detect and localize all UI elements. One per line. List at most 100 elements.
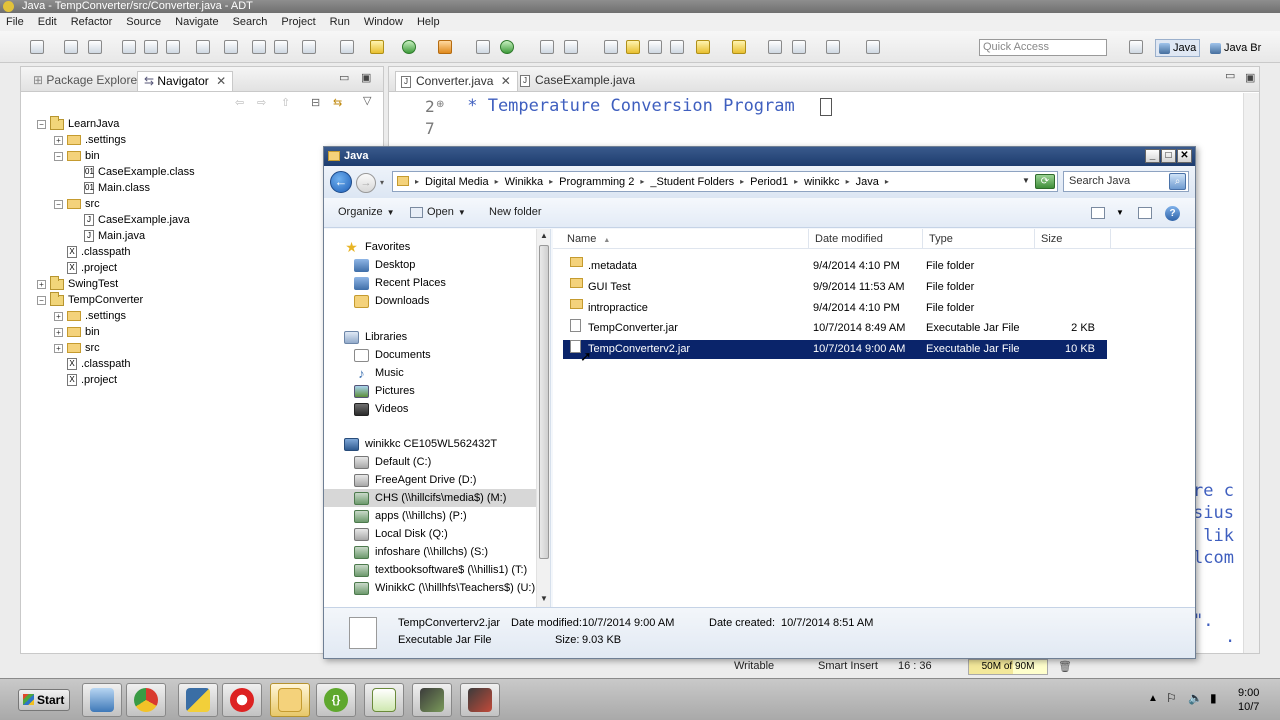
avd-manager-icon[interactable] (252, 40, 266, 54)
breadcrumb-student-folders[interactable]: _Student Folders (650, 176, 734, 188)
nav-videos[interactable]: Videos (354, 400, 550, 418)
taskbar-app-1[interactable] (412, 683, 452, 717)
new-class-icon[interactable] (500, 40, 514, 54)
tree-item[interactable]: 01 Main.class (71, 180, 150, 196)
preview-pane-icon[interactable] (1138, 207, 1152, 219)
perspective-java-browsing[interactable]: Java Br (1207, 39, 1264, 57)
breadcrumb-winikka[interactable]: Winikka (505, 176, 544, 188)
back-arrow-icon[interactable]: ⇦ (235, 96, 244, 109)
forward-nav-icon[interactable] (792, 40, 806, 54)
action-center-icon[interactable]: ⚐ (1166, 691, 1177, 705)
collapse-icon[interactable]: − (37, 295, 46, 305)
nav-music[interactable]: ♪ Music (354, 364, 550, 382)
tab-caseexample-java[interactable]: J CaseExample.java (515, 71, 641, 91)
view-menu-icon[interactable]: ▽ (363, 94, 371, 107)
file-row[interactable]: TempConverterv2.jar 10/7/2014 9:00 AM Exec… (563, 340, 1107, 360)
nav-drive[interactable]: CHS (\\hillcifs\media$) (M:) (324, 489, 536, 507)
change-view-icon[interactable] (1091, 207, 1105, 219)
pin-editor-icon[interactable] (866, 40, 880, 54)
menu-help[interactable]: Help (417, 16, 440, 28)
tree-item[interactable]: X .project (54, 260, 117, 276)
collapse-icon[interactable]: − (54, 151, 63, 161)
back-button[interactable]: ← (330, 171, 352, 193)
expand-icon[interactable]: + (37, 279, 46, 289)
editor-scrollbar[interactable] (1243, 93, 1259, 653)
perspective-java[interactable]: Java (1155, 39, 1201, 57)
maximize-icon[interactable]: ▣ (1245, 71, 1255, 84)
nav-computer[interactable]: winikkc CE105WL562432T (344, 435, 550, 453)
new-folder-button[interactable]: New folder (489, 206, 542, 218)
tree-item[interactable]: + .settings (54, 132, 126, 148)
taskbar-notepad[interactable] (364, 683, 404, 717)
expand-icon[interactable]: + (54, 343, 63, 353)
expand-icon[interactable]: + (54, 311, 63, 321)
nav-drive[interactable]: apps (\\hillchs) (P:) (324, 507, 536, 525)
folder-row[interactable]: intropractice 9/4/2014 4:10 PM File folder (563, 298, 1107, 318)
column-date-modified[interactable]: Date modified (809, 229, 923, 249)
chevron-right-icon[interactable]: ▸ (495, 177, 499, 186)
start-button[interactable]: Start (18, 689, 70, 711)
clock[interactable]: 9:00 10/7 (1238, 686, 1259, 714)
chevron-right-icon[interactable]: ▸ (415, 177, 419, 186)
tab-package-explorer[interactable]: ⊞ Package Explorer (27, 71, 147, 91)
search-input[interactable]: Search Java ⌕ (1063, 171, 1189, 192)
help-icon[interactable]: ? (1165, 206, 1180, 221)
tree-item[interactable]: + .settings (54, 308, 126, 324)
open-button[interactable]: Open ▼ (410, 206, 466, 218)
nav-downloads[interactable]: Downloads (354, 292, 550, 310)
tray-expand-icon[interactable]: ▲ (1148, 693, 1158, 704)
menu-run[interactable]: Run (330, 16, 350, 28)
tab-navigator[interactable]: ⇆ Navigator ✕ (137, 71, 234, 91)
run-icon[interactable] (402, 40, 416, 54)
print-icon[interactable] (166, 40, 180, 54)
chevron-right-icon[interactable]: ▸ (846, 177, 850, 186)
save-all-icon[interactable] (144, 40, 158, 54)
external-tools-icon[interactable] (438, 40, 452, 54)
menu-navigate[interactable]: Navigate (175, 16, 218, 28)
tree-item[interactable]: + SwingTest (37, 275, 118, 292)
breadcrumb-java[interactable]: Java (856, 176, 879, 188)
annotation-icon[interactable] (604, 40, 618, 54)
nav-drive[interactable]: infoshare (\\hillchs) (S:) (324, 543, 536, 561)
expand-icon[interactable]: + (54, 327, 63, 337)
nav-desktop[interactable]: Desktop (354, 256, 550, 274)
column-type[interactable]: Type (923, 229, 1035, 249)
scroll-down-icon[interactable]: ▼ (538, 593, 550, 605)
fold-icon[interactable]: ⊕ (436, 99, 444, 110)
chevron-right-icon[interactable]: ▸ (794, 177, 798, 186)
taskbar-python[interactable] (178, 683, 218, 717)
nav-drive[interactable]: WinikkC (\\hillhfs\Teachers$) (U:) (324, 579, 536, 597)
nav-drive[interactable]: FreeAgent Drive (D:) (324, 471, 536, 489)
forward-arrow-icon[interactable]: ⇨ (257, 96, 266, 109)
close-icon[interactable]: ✕ (501, 74, 511, 88)
nav-drive[interactable]: Default (C:) (324, 453, 536, 471)
open-type-icon[interactable] (540, 40, 554, 54)
quick-access-input[interactable]: Quick Access (979, 39, 1107, 56)
address-dropdown[interactable]: ▼ (1019, 171, 1033, 190)
column-name[interactable]: Name ▲ (561, 229, 809, 249)
toggle-block-icon[interactable] (648, 40, 662, 54)
show-whitespace-icon[interactable] (670, 40, 684, 54)
taskbar-chrome[interactable] (126, 683, 166, 717)
close-button[interactable]: ✕ (1177, 149, 1192, 163)
chevron-right-icon[interactable]: ▸ (549, 177, 553, 186)
menu-project[interactable]: Project (281, 16, 315, 28)
menu-search[interactable]: Search (233, 16, 268, 28)
nav-documents[interactable]: Documents (354, 346, 550, 364)
chevron-right-icon[interactable]: ▸ (885, 177, 889, 186)
breadcrumb-digital-media[interactable]: Digital Media (425, 176, 489, 188)
tree-item[interactable]: + bin (54, 324, 100, 340)
menu-source[interactable]: Source (126, 16, 161, 28)
link-editor-icon[interactable]: ⇆ (333, 96, 342, 109)
back-nav-icon[interactable] (768, 40, 782, 54)
nav-libraries[interactable]: Libraries (344, 328, 550, 346)
breadcrumb-period1[interactable]: Period1 (750, 176, 788, 188)
new-wizard-icon[interactable] (88, 40, 102, 54)
tree-item[interactable]: X .project (54, 372, 117, 388)
collapse-icon[interactable]: − (37, 119, 46, 129)
menu-file[interactable]: File (6, 16, 24, 28)
search-tool-icon[interactable] (564, 40, 578, 54)
address-bar[interactable]: ▸ Digital Media ▸ Winikka ▸ Programming … (392, 171, 1058, 192)
breadcrumb-programming-2[interactable]: Programming 2 (559, 176, 634, 188)
expand-icon[interactable]: + (54, 135, 63, 145)
